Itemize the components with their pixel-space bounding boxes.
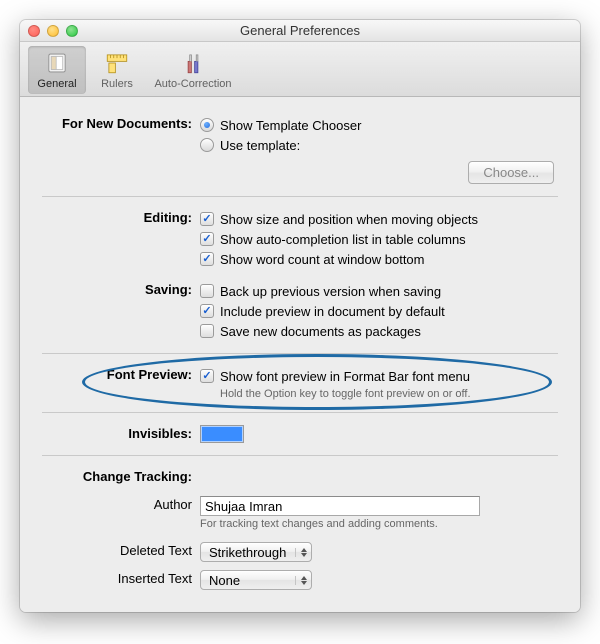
checkbox-label: Save new documents as packages bbox=[220, 324, 421, 339]
radio-label: Show Template Chooser bbox=[220, 118, 361, 133]
autocorrection-icon bbox=[152, 48, 234, 78]
checkbox-label: Back up previous version when saving bbox=[220, 284, 441, 299]
deleted-text-label: Deleted Text bbox=[42, 542, 200, 558]
window-title: General Preferences bbox=[20, 23, 580, 38]
new-documents-label: For New Documents: bbox=[42, 115, 200, 131]
invisibles-color-well[interactable] bbox=[200, 425, 244, 443]
checkbox-label: Show size and position when moving objec… bbox=[220, 212, 478, 227]
zoom-icon[interactable] bbox=[66, 25, 78, 37]
checkbox-label: Show auto-completion list in table colum… bbox=[220, 232, 466, 247]
checkbox-show-size-position[interactable] bbox=[200, 212, 214, 226]
checkbox-label: Show font preview in Format Bar font men… bbox=[220, 369, 470, 384]
toolbar-label: Auto-Correction bbox=[152, 78, 234, 90]
content: For New Documents: Show Template Chooser… bbox=[20, 97, 580, 612]
checkbox-save-packages[interactable] bbox=[200, 324, 214, 338]
invisibles-label: Invisibles: bbox=[42, 425, 200, 441]
preferences-window: General Preferences General Rulers Auto-… bbox=[20, 20, 580, 612]
radio-template-chooser[interactable] bbox=[200, 118, 214, 132]
author-label: Author bbox=[42, 496, 200, 512]
editing-label: Editing: bbox=[42, 209, 200, 225]
author-hint: For tracking text changes and adding com… bbox=[200, 518, 558, 530]
updown-icon bbox=[295, 548, 311, 557]
choose-button[interactable]: Choose... bbox=[468, 161, 554, 184]
separator bbox=[42, 412, 558, 413]
separator bbox=[42, 455, 558, 456]
checkbox-label: Show word count at window bottom bbox=[220, 252, 425, 267]
checkbox-word-count[interactable] bbox=[200, 252, 214, 266]
change-tracking-heading: Change Tracking: bbox=[42, 468, 200, 484]
toolbar: General Rulers Auto-Correction bbox=[20, 42, 580, 97]
traffic-lights bbox=[28, 25, 78, 37]
updown-icon bbox=[295, 576, 311, 585]
popup-value: None bbox=[201, 572, 295, 589]
inserted-text-popup[interactable]: None bbox=[200, 570, 312, 590]
inserted-text-label: Inserted Text bbox=[42, 570, 200, 586]
checkbox-backup[interactable] bbox=[200, 284, 214, 298]
checkbox-label: Include preview in document by default bbox=[220, 304, 445, 319]
font-preview-label: Font Preview: bbox=[42, 366, 200, 382]
rulers-icon bbox=[92, 48, 142, 78]
general-icon bbox=[32, 48, 82, 78]
checkbox-include-preview[interactable] bbox=[200, 304, 214, 318]
minimize-icon[interactable] bbox=[47, 25, 59, 37]
checkbox-autocompletion[interactable] bbox=[200, 232, 214, 246]
checkbox-font-preview[interactable] bbox=[200, 369, 214, 383]
toolbar-label: General bbox=[32, 78, 82, 90]
radio-label: Use template: bbox=[220, 138, 300, 153]
font-preview-hint: Hold the Option key to toggle font previ… bbox=[220, 388, 558, 400]
separator bbox=[42, 196, 558, 197]
saving-label: Saving: bbox=[42, 281, 200, 297]
radio-use-template[interactable] bbox=[200, 138, 214, 152]
toolbar-tab-rulers[interactable]: Rulers bbox=[88, 46, 146, 94]
toolbar-label: Rulers bbox=[92, 78, 142, 90]
toolbar-tab-general[interactable]: General bbox=[28, 46, 86, 94]
deleted-text-popup[interactable]: Strikethrough bbox=[200, 542, 312, 562]
popup-value: Strikethrough bbox=[201, 544, 295, 561]
separator bbox=[42, 353, 558, 354]
close-icon[interactable] bbox=[28, 25, 40, 37]
titlebar: General Preferences bbox=[20, 20, 580, 42]
author-field[interactable] bbox=[200, 496, 480, 516]
toolbar-tab-autocorrection[interactable]: Auto-Correction bbox=[148, 46, 238, 94]
